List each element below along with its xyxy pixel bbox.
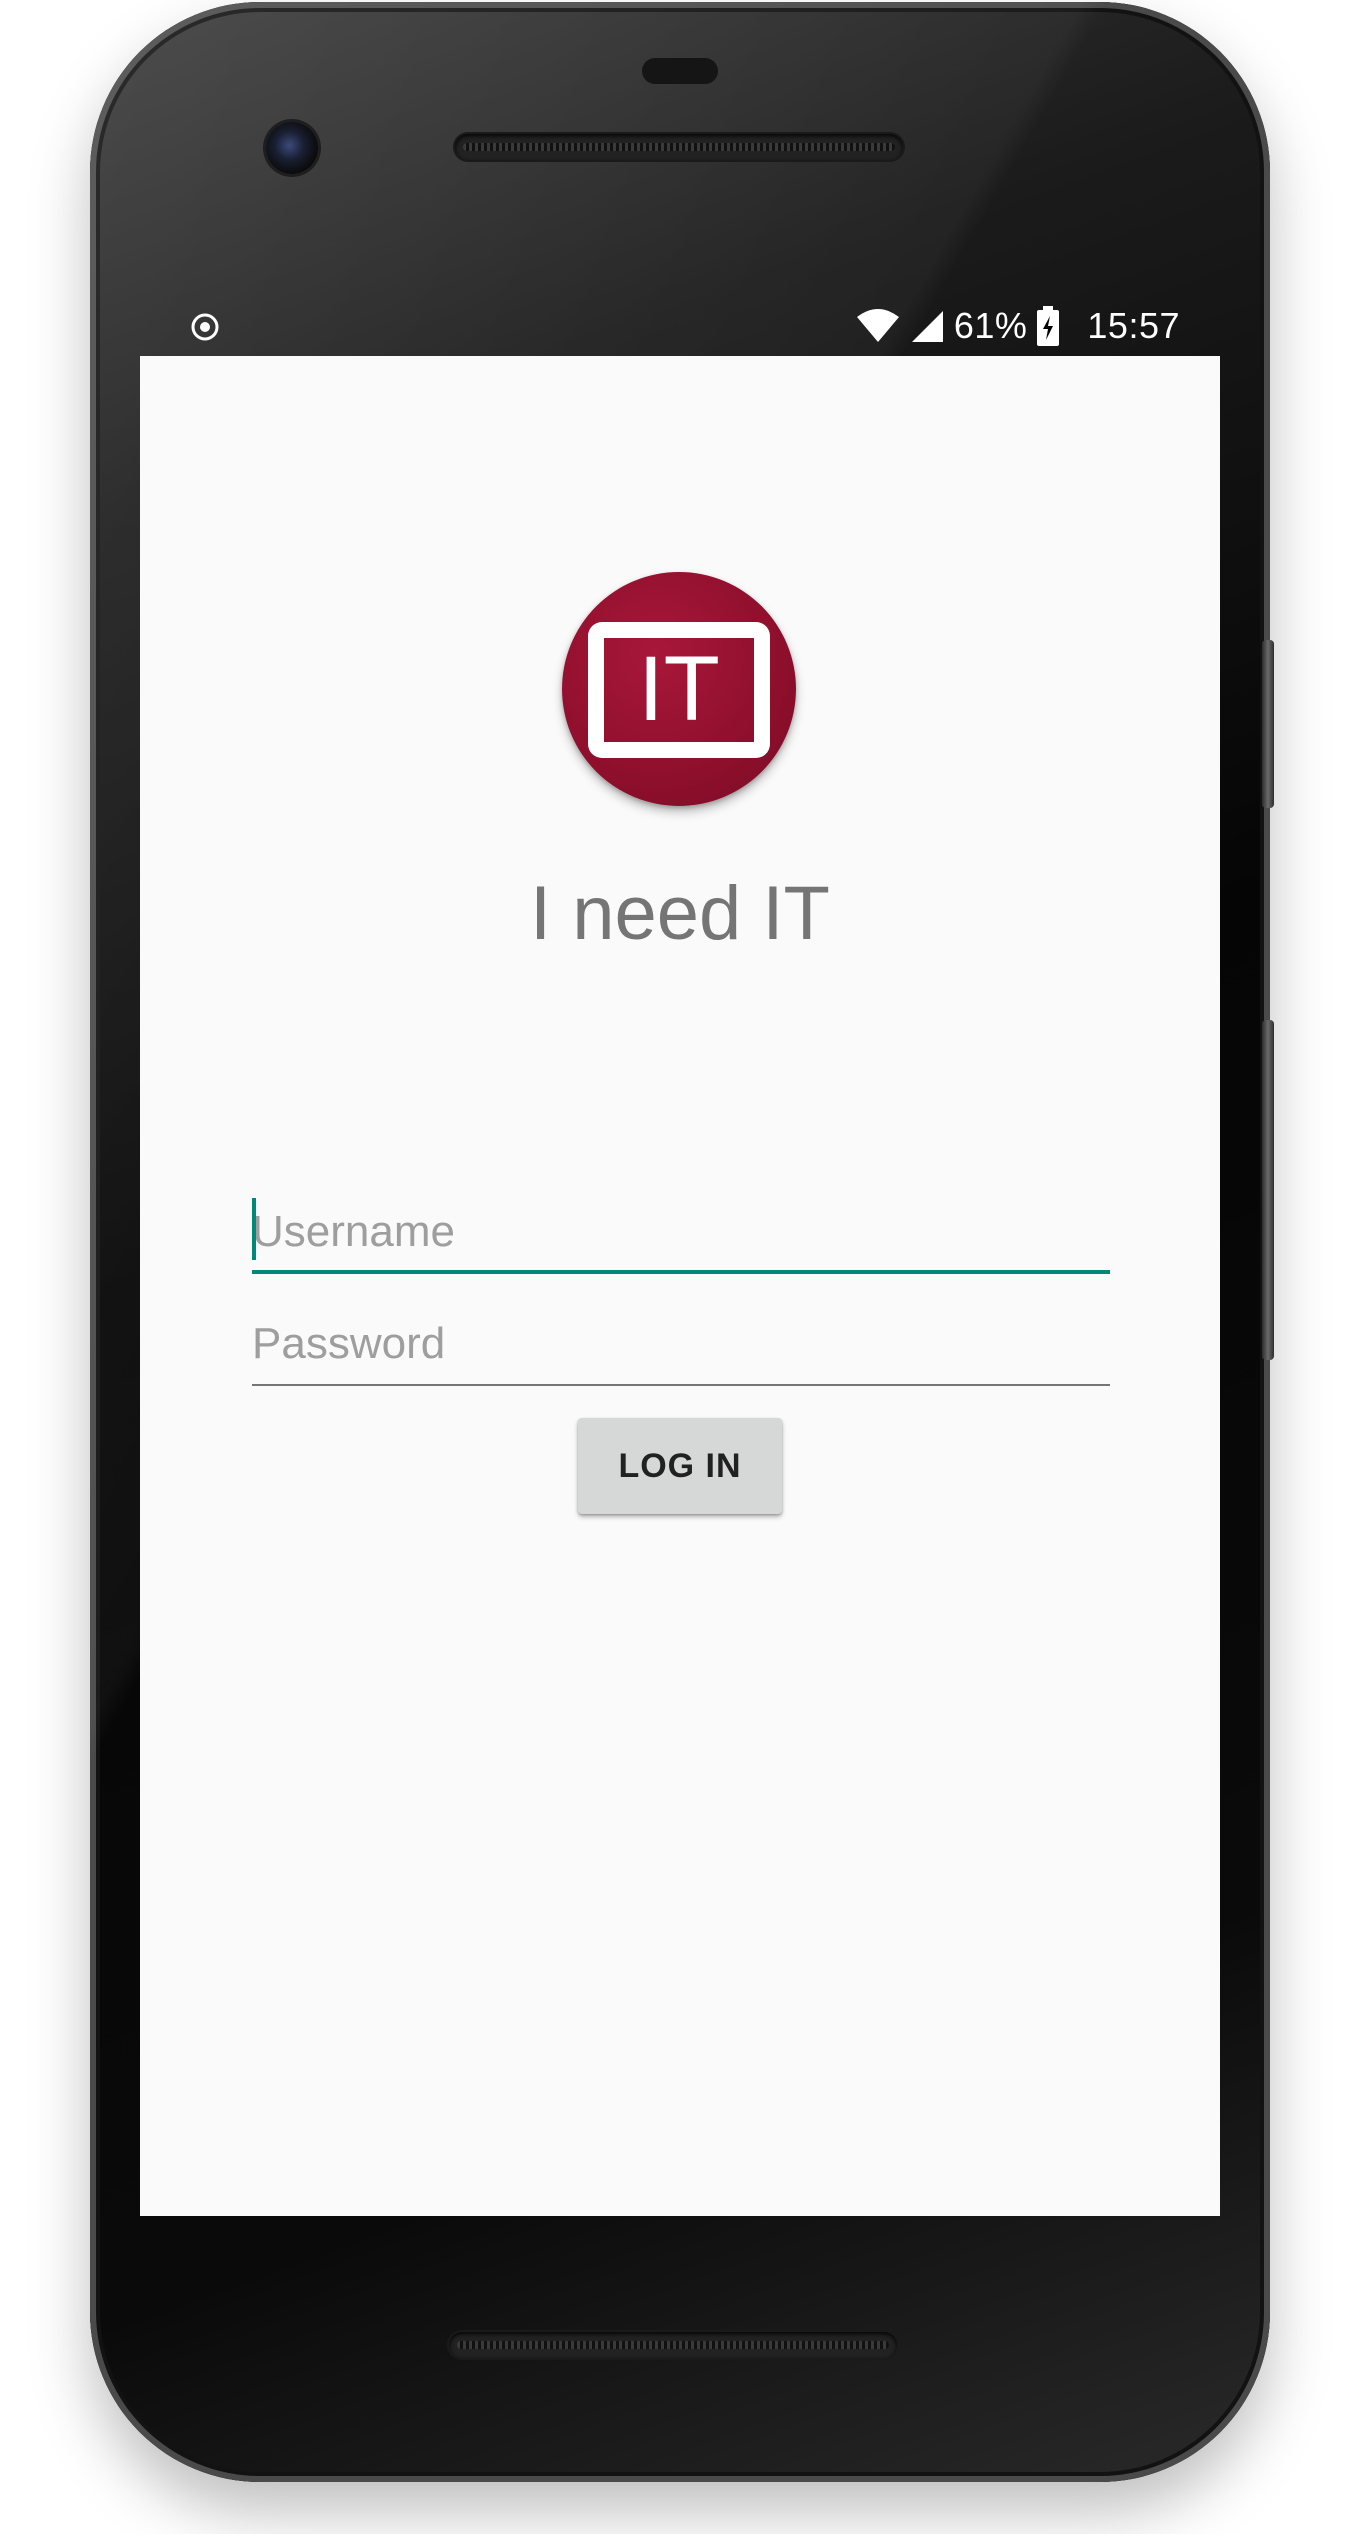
password-underline [252, 1384, 1110, 1386]
password-input[interactable] [252, 1306, 1110, 1382]
username-field-container [252, 1194, 1110, 1274]
bottom-speaker [449, 2332, 897, 2358]
app-title: I need IT [530, 871, 830, 956]
app-logo-icon: IT [562, 572, 796, 806]
front-camera-icon [266, 122, 318, 174]
battery-percentage: 61% [953, 305, 1028, 346]
battery-charging-icon [1037, 306, 1060, 346]
status-indicators: 61% 15:57 [856, 304, 1180, 348]
text-cursor [252, 1198, 256, 1260]
status-bar: 61% 15:57 [140, 296, 1220, 356]
login-screen: IT I need IT LOG IN [140, 356, 1220, 2216]
wifi-icon [856, 309, 899, 342]
power-button[interactable] [1262, 640, 1274, 808]
earpiece-speaker [455, 134, 903, 160]
logo-text: IT [638, 638, 720, 740]
sync-record-icon [191, 313, 219, 341]
clock: 15:57 [1087, 305, 1180, 346]
password-field-container [252, 1306, 1110, 1386]
cell-signal-icon [911, 311, 943, 342]
login-button[interactable]: LOG IN [578, 1418, 782, 1514]
proximity-sensor [642, 58, 718, 84]
username-input[interactable] [252, 1194, 1110, 1270]
volume-button[interactable] [1262, 1020, 1274, 1360]
username-underline [252, 1270, 1110, 1274]
